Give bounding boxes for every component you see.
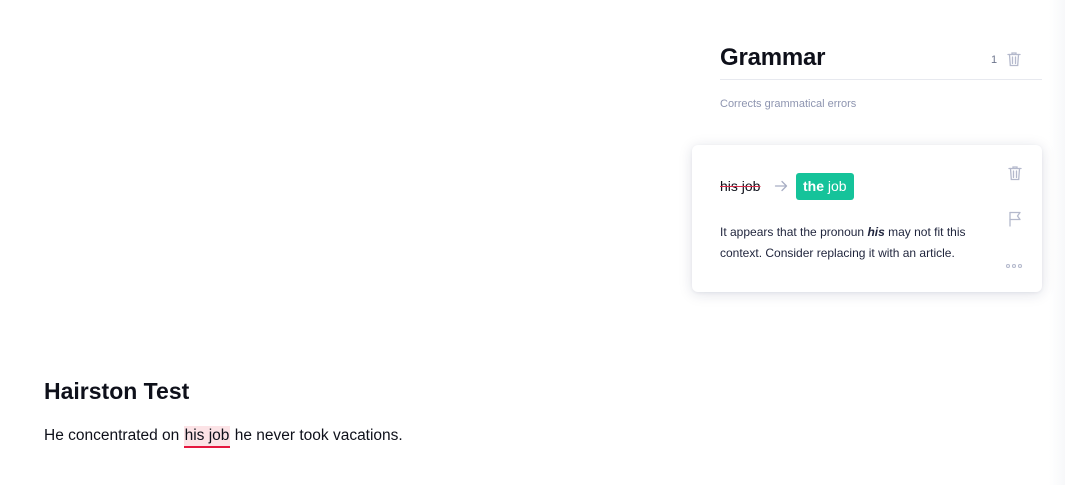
trash-icon[interactable] — [1006, 164, 1024, 182]
panel-title: Grammar — [720, 44, 826, 71]
trash-icon[interactable] — [1005, 50, 1023, 68]
document-body[interactable]: He concentrated on his job he never took… — [44, 426, 403, 448]
right-edge-shade — [1049, 0, 1065, 485]
flag-icon[interactable] — [1006, 210, 1024, 228]
more-dots-icon[interactable] — [1005, 262, 1023, 270]
explanation-before: It appears that the pronoun — [720, 225, 868, 239]
grammar-panel-header: Grammar 1 — [720, 42, 1042, 80]
suggestion-card[interactable]: his job the job It appears that the pron… — [692, 145, 1042, 292]
grammar-error-highlight[interactable]: his job — [183, 426, 231, 448]
replacement-rest: job — [824, 178, 847, 194]
accept-suggestion-button[interactable]: the job — [796, 173, 854, 200]
suggestion-explanation: It appears that the pronoun his may not … — [720, 222, 990, 264]
arrow-right-icon — [774, 180, 788, 192]
document-title[interactable]: Hairston Test — [44, 378, 189, 405]
explanation-emphasis: his — [867, 225, 885, 239]
alert-count: 1 — [991, 54, 998, 66]
text-before: He concentrated on — [44, 427, 184, 444]
text-after: he never took vacations. — [230, 427, 403, 444]
replacement-bold: the — [803, 178, 824, 194]
panel-subtitle: Corrects grammatical errors — [720, 98, 857, 110]
original-text: his job — [720, 178, 761, 194]
